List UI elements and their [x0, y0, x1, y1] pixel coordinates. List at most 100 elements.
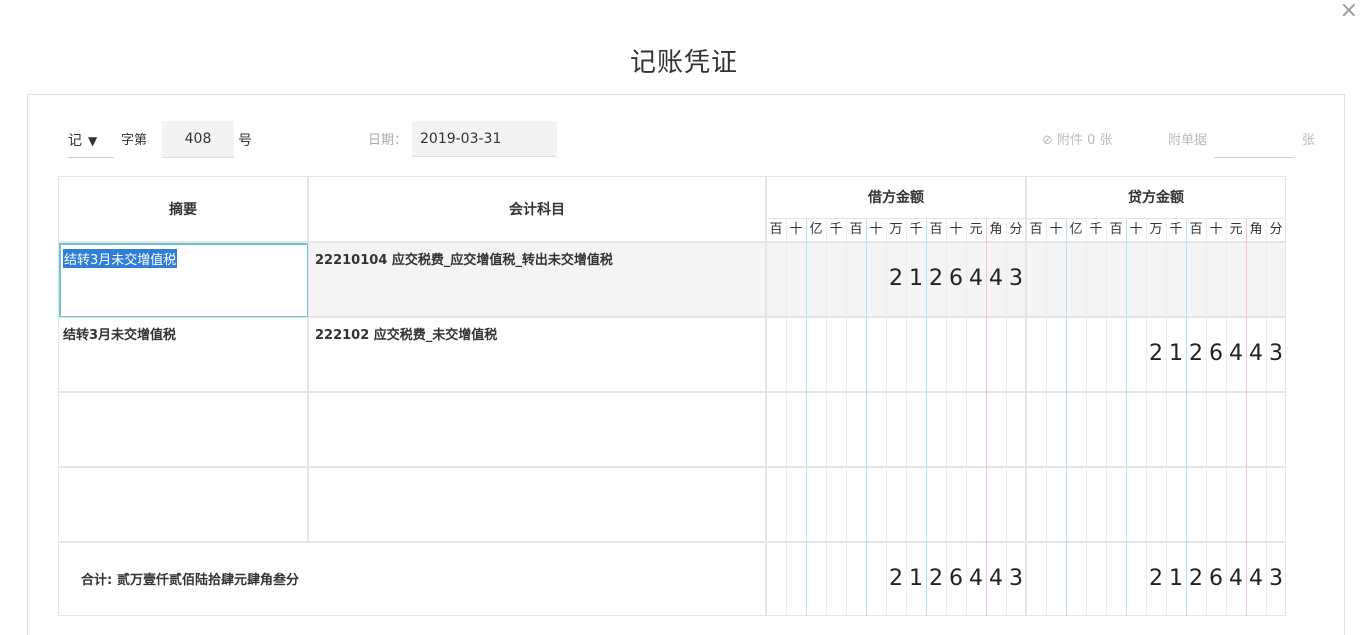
credit-column-line	[1146, 218, 1147, 616]
summary-cell[interactable]	[58, 392, 308, 467]
credit-column-line	[1246, 218, 1247, 616]
account-cell[interactable]: 222102 应交税费_未交增值税	[308, 317, 766, 392]
debit-unit-label: 百	[929, 222, 943, 237]
debit-column-line	[906, 218, 907, 616]
zhang-label: 张	[1302, 133, 1316, 148]
debit-column-line	[986, 218, 987, 616]
paperclip-icon: ⊘	[1042, 133, 1053, 148]
credit-unit-label: 万	[1149, 222, 1163, 237]
debit-column-line	[1006, 218, 1007, 616]
summary-cell-editor[interactable]: 结转3月未交增值税	[59, 243, 309, 318]
credit-unit-label: 亿	[1069, 222, 1083, 237]
attachment-label: 附件 0 张	[1057, 133, 1113, 148]
credit-unit-label: 百	[1109, 222, 1123, 237]
credit-column-line	[1166, 218, 1167, 616]
attachment-link[interactable]: ⊘ 附件 0 张	[1042, 131, 1113, 151]
total-credit-digit: 2	[1149, 566, 1163, 591]
debit-amount-digit: 4	[989, 266, 1003, 291]
debit-column-line	[966, 218, 967, 616]
close-icon[interactable]: ×	[1340, 0, 1358, 22]
credit-column-line	[1086, 218, 1087, 616]
summary-cell[interactable]: 结转3月未交增值税	[58, 242, 309, 318]
credit-amount-cell[interactable]	[1026, 242, 1286, 317]
voucher-number-input[interactable]: 408	[162, 121, 234, 158]
total-debit-digit: 3	[1009, 566, 1023, 591]
account-cell[interactable]: 22210104 应交税费_应交增值税_转出未交增值税	[308, 242, 766, 317]
debit-column-line	[786, 218, 787, 616]
debit-column-line	[886, 218, 887, 616]
account-text: 22210104 应交税费_应交增值税_转出未交增值税	[315, 253, 613, 268]
total-debit-digit: 2	[929, 566, 943, 591]
total-credit-digit: 1	[1169, 566, 1183, 591]
debit-unit-label: 万	[889, 222, 903, 237]
account-text: 222102 应交税费_未交增值税	[315, 328, 498, 343]
credit-unit-label: 千	[1089, 222, 1103, 237]
total-credit-digit: 4	[1249, 566, 1263, 591]
debit-amount-cell[interactable]	[766, 317, 1026, 392]
col-header-summary: 摘要	[58, 176, 308, 242]
debit-amount-digit: 1	[909, 266, 923, 291]
credit-unit-label: 十	[1049, 222, 1063, 237]
credit-amount-digit: 2	[1189, 341, 1203, 366]
attached-docs-input[interactable]	[1214, 121, 1294, 158]
credit-column-line	[1106, 218, 1107, 616]
account-cell[interactable]	[308, 392, 766, 467]
voucher-word-value: 记	[68, 133, 82, 149]
credit-amount-cell[interactable]	[1026, 392, 1286, 467]
debit-subheader-rule	[766, 218, 1286, 219]
debit-column-line	[926, 218, 927, 616]
credit-amount-digit: 4	[1229, 341, 1243, 366]
date-label: 日期：	[368, 133, 408, 148]
total-debit-digit: 1	[909, 566, 923, 591]
summary-text: 结转3月未交增值税	[63, 328, 177, 343]
debit-unit-label: 十	[869, 222, 883, 237]
summary-cell[interactable]: 结转3月未交增值税	[58, 317, 308, 392]
voucher-panel: 记 ▼ 字第 408 号 日期： 2019-03-31 ⊘ 附件 0 张 附单据 …	[27, 94, 1345, 635]
credit-amount-cell[interactable]	[1026, 467, 1286, 542]
summary-text-selected: 结转3月未交增值税	[63, 249, 178, 268]
voucher-header: 记 ▼ 字第 408 号 日期： 2019-03-31 ⊘ 附件 0 张 附单据 …	[28, 95, 1344, 165]
account-cell[interactable]	[308, 467, 766, 542]
voucher-word-select[interactable]: 记 ▼	[68, 131, 114, 158]
total-credit-digit: 4	[1229, 566, 1243, 591]
debit-unit-label: 百	[849, 222, 863, 237]
credit-amount-digit: 3	[1269, 341, 1283, 366]
credit-unit-label: 元	[1229, 222, 1243, 237]
chevron-down-icon: ▼	[88, 134, 98, 148]
total-credit-digit: 2	[1189, 566, 1203, 591]
attached-docs-label: 附单据	[1168, 133, 1208, 148]
total-debit-digit: 2	[889, 566, 903, 591]
credit-column-line	[1046, 218, 1047, 616]
total-credit-digit: 6	[1209, 566, 1223, 591]
debit-amount-digit: 4	[969, 266, 983, 291]
col-header-account: 会计科目	[308, 176, 766, 242]
total-amount-words: 贰万壹仟贰佰陆拾肆元肆角叁分	[117, 573, 300, 588]
debit-column-line	[866, 218, 867, 616]
zi-label: 字第	[121, 133, 148, 148]
debit-column-line	[826, 218, 827, 616]
summary-cell[interactable]	[58, 467, 308, 542]
hao-label: 号	[238, 133, 252, 149]
credit-column-line	[1186, 218, 1187, 616]
credit-unit-label: 角	[1249, 222, 1263, 237]
credit-amount-digit: 1	[1169, 341, 1183, 366]
total-debit-digit: 6	[949, 566, 963, 591]
total-debit-digit: 4	[969, 566, 983, 591]
debit-column-line	[806, 218, 807, 616]
date-input[interactable]: 2019-03-31	[412, 121, 557, 157]
debit-column-line	[946, 218, 947, 616]
debit-unit-label: 十	[949, 222, 963, 237]
debit-amount-cell[interactable]	[766, 467, 1026, 542]
debit-unit-label: 元	[969, 222, 983, 237]
debit-unit-label: 百	[769, 222, 783, 237]
debit-unit-label: 亿	[809, 222, 823, 237]
debit-amount-cell[interactable]	[766, 392, 1026, 467]
debit-amount-digit: 6	[949, 266, 963, 291]
total-label: 合计:	[81, 573, 113, 588]
credit-amount-digit: 6	[1209, 341, 1223, 366]
debit-amount-digit: 2	[929, 266, 943, 291]
credit-amount-digit: 4	[1249, 341, 1263, 366]
debit-unit-label: 十	[789, 222, 803, 237]
dialog-title: 记账凭证	[629, 48, 738, 78]
credit-unit-label: 百	[1029, 222, 1043, 237]
